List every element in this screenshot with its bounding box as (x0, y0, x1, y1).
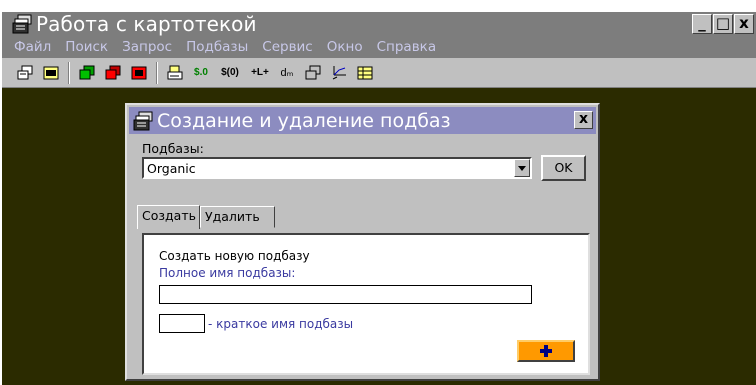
red-card-icon[interactable] (128, 62, 150, 84)
toolbar-separator (156, 61, 158, 84)
card-view-icon[interactable] (40, 62, 62, 84)
dialog-close-button[interactable]: x (574, 111, 593, 129)
menu-bar: Файл Поиск Запрос Подбазы Сервис Окно Сп… (2, 36, 756, 58)
card-file-icon (12, 14, 32, 34)
create-heading: Создать новую подбазу (159, 249, 310, 263)
short-name-label: - краткое имя подбазы (208, 317, 354, 331)
chart-axes-icon[interactable] (328, 62, 350, 84)
dollar-paren-zero-icon[interactable]: $(0) (216, 62, 244, 84)
menu-help[interactable]: Справка (377, 39, 436, 55)
menu-window[interactable]: Окно (327, 39, 363, 55)
create-panel: Создать новую подбазу Полное имя подбазы… (142, 233, 590, 375)
subbases-select[interactable]: Organic (142, 157, 532, 179)
maximize-button[interactable]: □ (713, 14, 733, 34)
plus-icon (540, 345, 552, 357)
main-window: Работа с картотекой _ □ x Файл Поиск Зап… (0, 0, 756, 385)
green-cards-icon[interactable] (76, 62, 98, 84)
full-name-field[interactable] (159, 285, 532, 304)
menu-subbases[interactable]: Подбазы (186, 39, 248, 55)
subbases-selected-value: Organic (147, 161, 196, 176)
cards-outline-icon[interactable] (302, 62, 324, 84)
menu-search[interactable]: Поиск (65, 39, 108, 55)
print-icon[interactable] (164, 62, 186, 84)
subbases-label: Подбазы: (142, 141, 204, 156)
cards-stack-icon[interactable] (14, 62, 36, 84)
tab-create[interactable]: Создать (137, 205, 200, 229)
toolbar-separator (68, 61, 70, 84)
window-controls: _ □ x (691, 14, 754, 34)
red-cards-icon[interactable] (102, 62, 124, 84)
dropdown-arrow-icon[interactable] (514, 159, 530, 177)
dollar-zero-icon[interactable]: $.0 (190, 62, 212, 84)
toolbar: $.0 $(0) +L+ dₘ (2, 58, 756, 88)
short-name-field[interactable] (159, 314, 205, 333)
card-file-icon (133, 111, 153, 130)
main-title-bar[interactable]: Работа с картотекой _ □ x (2, 12, 756, 36)
close-window-button[interactable]: x (734, 14, 754, 34)
menu-service[interactable]: Сервис (262, 39, 312, 55)
plus-l-plus-icon[interactable]: +L+ (248, 62, 272, 84)
add-subbase-button[interactable] (517, 340, 575, 362)
window-title: Работа с картотекой (36, 12, 257, 36)
full-name-label: Полное имя подбазы: (159, 266, 296, 280)
dialog-title-bar[interactable]: Создание и удаление подбаз x (129, 107, 596, 134)
dialog-title: Создание и удаление подбаз (157, 109, 451, 132)
dm-icon[interactable]: dₘ (276, 62, 298, 84)
minimize-button[interactable]: _ (692, 14, 712, 34)
menu-file[interactable]: Файл (14, 39, 51, 55)
table-icon[interactable] (354, 62, 376, 84)
ok-button[interactable]: OK (541, 155, 586, 181)
subbases-dialog: Создание и удаление подбаз x Подбазы: Or… (125, 103, 600, 381)
menu-query[interactable]: Запрос (122, 39, 172, 55)
tab-delete[interactable]: Удалить (200, 206, 275, 228)
